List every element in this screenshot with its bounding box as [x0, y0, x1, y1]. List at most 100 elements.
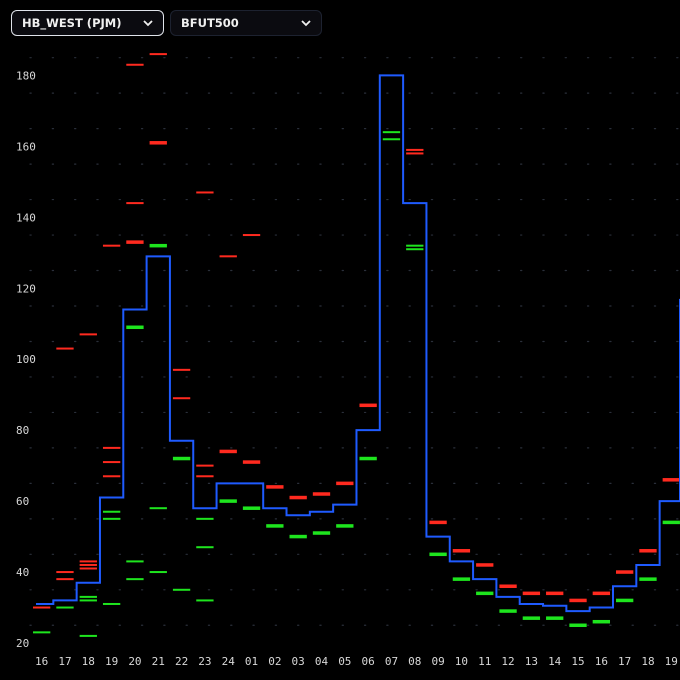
- high-price-mark: [102, 461, 121, 464]
- high-price-mark: [79, 567, 97, 570]
- low-price-mark: [33, 631, 51, 634]
- y-tick-label: 20: [16, 637, 29, 650]
- low-price-mark: [662, 520, 680, 525]
- low-price-mark: [79, 595, 97, 598]
- low-price-mark: [219, 499, 237, 503]
- low-price-mark: [639, 577, 657, 581]
- low-price-mark: [102, 602, 121, 605]
- x-tick-label: 11: [478, 655, 491, 668]
- high-price-mark: [126, 240, 144, 244]
- low-price-mark: [452, 577, 471, 581]
- high-price-mark: [79, 560, 97, 563]
- x-tick-label: 10: [455, 655, 468, 668]
- x-tick-label: 17: [618, 655, 631, 668]
- high-price-mark: [499, 584, 517, 588]
- low-price-mark: [126, 560, 144, 563]
- x-tick-label: 16: [595, 655, 608, 668]
- x-tick-label: 18: [641, 655, 654, 668]
- high-price-mark: [56, 347, 74, 350]
- x-tick-label: 16: [35, 655, 48, 668]
- high-price-mark: [569, 598, 587, 603]
- low-price-mark: [149, 507, 167, 510]
- y-tick-label: 60: [16, 495, 29, 508]
- low-price-mark: [569, 623, 587, 628]
- low-price-mark: [126, 578, 144, 581]
- low-price-mark: [336, 524, 354, 528]
- low-price-mark: [126, 325, 144, 330]
- x-tick-label: 18: [82, 655, 95, 668]
- high-price-mark: [102, 475, 121, 478]
- x-tick-label: 03: [292, 655, 305, 668]
- high-price-mark: [546, 591, 564, 596]
- high-price-mark: [56, 578, 74, 581]
- high-price-mark: [242, 460, 261, 464]
- y-tick-label: 80: [16, 424, 29, 437]
- low-price-mark: [79, 599, 97, 602]
- low-price-mark: [289, 534, 307, 539]
- x-tick-label: 19: [665, 655, 678, 668]
- low-price-mark: [196, 599, 214, 602]
- price-line-group: [36, 74, 680, 613]
- low-price-mark: [406, 244, 424, 247]
- high-price-mark: [126, 63, 144, 66]
- high-price-mark: [126, 202, 144, 205]
- high-price-mark: [102, 446, 121, 449]
- high-price-mark: [196, 475, 214, 478]
- low-price-mark: [382, 131, 401, 134]
- high-price-mark: [522, 591, 541, 596]
- x-tick-label: 12: [501, 655, 514, 668]
- low-price-mark: [149, 571, 167, 574]
- low-price-mark: [102, 510, 121, 513]
- x-tick-label: 24: [222, 655, 236, 668]
- high-price-mark: [662, 478, 680, 482]
- low-price-mark: [312, 531, 331, 535]
- x-tick-label: 02: [268, 655, 281, 668]
- x-tick-label: 15: [571, 655, 584, 668]
- high-price-mark: [79, 563, 97, 566]
- high-price-mark: [33, 606, 51, 609]
- low-price-mark: [499, 609, 517, 613]
- high-price-mark: [172, 397, 191, 400]
- low-price-mark: [79, 634, 97, 637]
- low-price-mark: [242, 506, 261, 510]
- high-price-mark: [476, 563, 494, 567]
- high-price-mark: [616, 570, 634, 574]
- high-price-mark: [452, 549, 471, 553]
- low-price-mark: [522, 616, 541, 620]
- low-price-mark: [382, 138, 401, 141]
- y-tick-label: 140: [16, 211, 36, 224]
- high-price-mark: [149, 141, 167, 145]
- high-price-mark: [219, 449, 237, 454]
- high-price-mark: [219, 255, 237, 258]
- high-price-mark: [406, 152, 424, 155]
- high-price-mark: [56, 571, 74, 574]
- low-price-mark: [476, 591, 494, 596]
- y-axis: 20 40 60 80 100 120 140 160 180: [16, 69, 36, 650]
- x-tick-label: 22: [175, 655, 188, 668]
- x-tick-label: 13: [525, 655, 538, 668]
- high-price-mark: [149, 53, 167, 56]
- x-axis: 16 17 18 19 20 21 22 23 24 01 02 03 04 05 06 07 08 09 10 11…: [35, 655, 678, 668]
- price-chart: 20 40 60 80 100 120 140 160 180 16 17 18 19 20 21 22 23…: [16, 53, 680, 668]
- low-price-mark: [149, 243, 167, 248]
- y-tick-label: 180: [16, 69, 36, 82]
- low-price-mark: [196, 546, 214, 549]
- x-tick-label: 21: [152, 655, 165, 668]
- high-price-mark: [592, 591, 610, 596]
- x-tick-label: 05: [338, 655, 351, 668]
- x-tick-label: 17: [58, 655, 71, 668]
- low-price-mark: [172, 456, 191, 461]
- low-price-mark: [406, 248, 424, 251]
- y-tick-label: 100: [16, 353, 36, 366]
- low-price-mark: [172, 588, 191, 591]
- high-price-mark: [79, 333, 97, 336]
- low-price-mark: [616, 598, 634, 603]
- y-tick-label: 160: [16, 140, 36, 153]
- low-price-mark: [592, 619, 610, 624]
- x-tick-label: 08: [408, 655, 421, 668]
- y-tick-label: 120: [16, 282, 36, 295]
- high-price-mark: [102, 244, 121, 247]
- high-price-mark: [196, 191, 214, 194]
- grid: [29, 57, 680, 626]
- high-price-mark: [429, 520, 447, 525]
